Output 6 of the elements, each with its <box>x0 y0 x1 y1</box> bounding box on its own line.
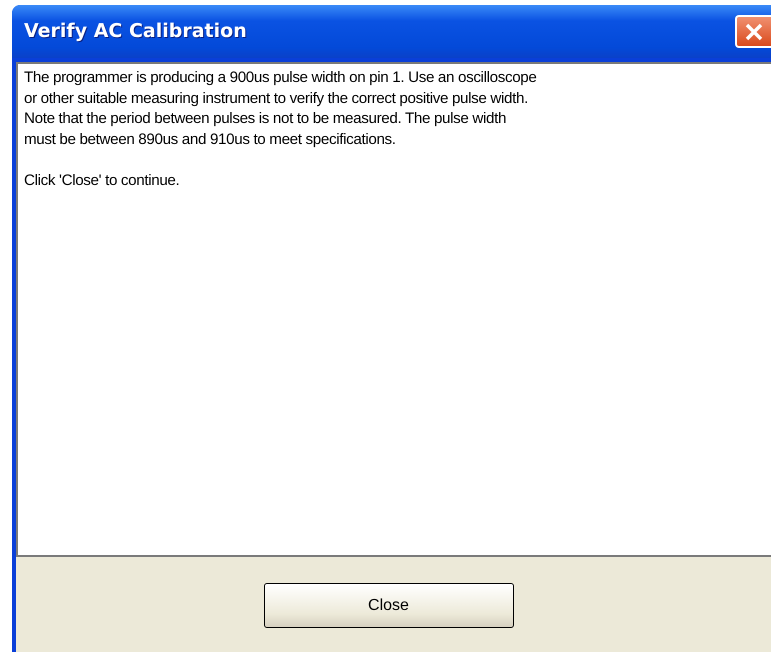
close-button[interactable]: Close <box>264 583 514 628</box>
message-text: The programmer is producing a 900us pulse width on pin 1. Use an oscilloscope or other suitable measuring instrument to verify the correct positive pulse width. Note that the period between pulses is not to be measured. The pulse width must be between 890us and 910us to meet specifications. <box>24 68 538 150</box>
message-text: Click 'Close' to continue. <box>24 170 180 190</box>
close-button[interactable] <box>735 15 771 48</box>
window-title: Verify AC Calibration <box>24 19 247 44</box>
close-icon <box>744 22 764 42</box>
